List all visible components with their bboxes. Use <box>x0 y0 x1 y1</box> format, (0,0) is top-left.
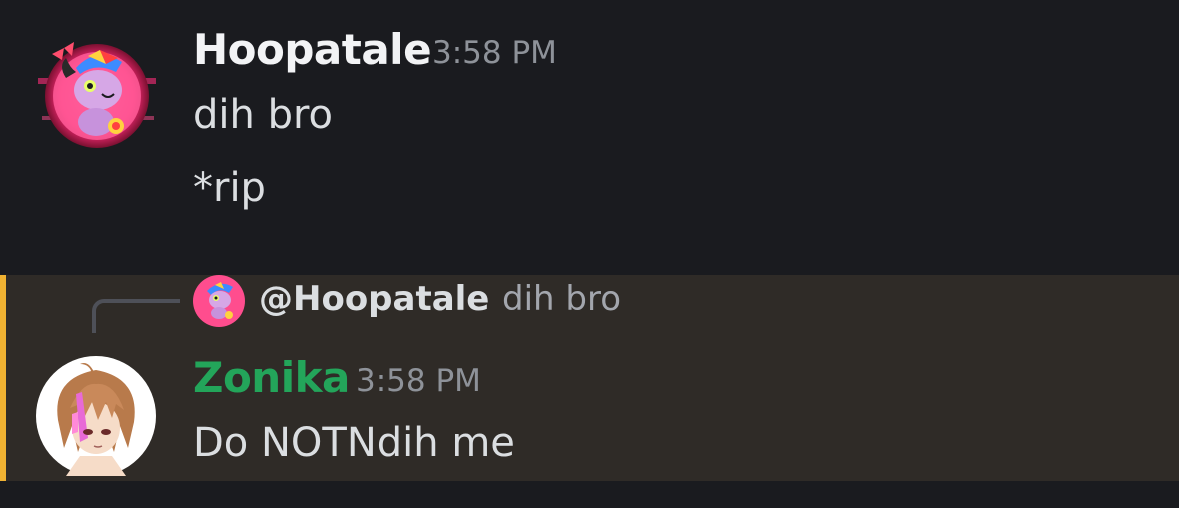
mention-highlight-bar <box>0 275 6 481</box>
message-timestamp: 3:58 PM <box>432 35 557 71</box>
message-author[interactable]: Zonika <box>193 353 350 402</box>
message-timestamp: 3:58 PM <box>356 363 481 399</box>
message-text: dih bro <box>193 92 333 138</box>
message-zonika-mention-highlight: @Hoopatale dih bro Zonika 3:58 PM Do NOT… <box>0 275 1179 481</box>
reply-connector <box>92 299 180 333</box>
avatar-hoopatale[interactable] <box>36 38 158 152</box>
avatar-zonika[interactable] <box>36 356 156 476</box>
message-hoopatale: Hoopatale 3:58 PM dih bro *rip <box>0 0 1179 272</box>
reply-avatar-hoopatale[interactable] <box>193 275 245 327</box>
message-text: Do NOTNdih me <box>193 420 515 466</box>
reply-preview-text[interactable]: dih bro <box>502 279 621 319</box>
reply-mention-author[interactable]: @Hoopatale <box>259 279 489 319</box>
message-text: *rip <box>193 165 266 211</box>
message-author[interactable]: Hoopatale <box>193 25 432 74</box>
chat-message-list: Hoopatale 3:58 PM dih bro *rip @Hoopatal… <box>0 0 1179 508</box>
